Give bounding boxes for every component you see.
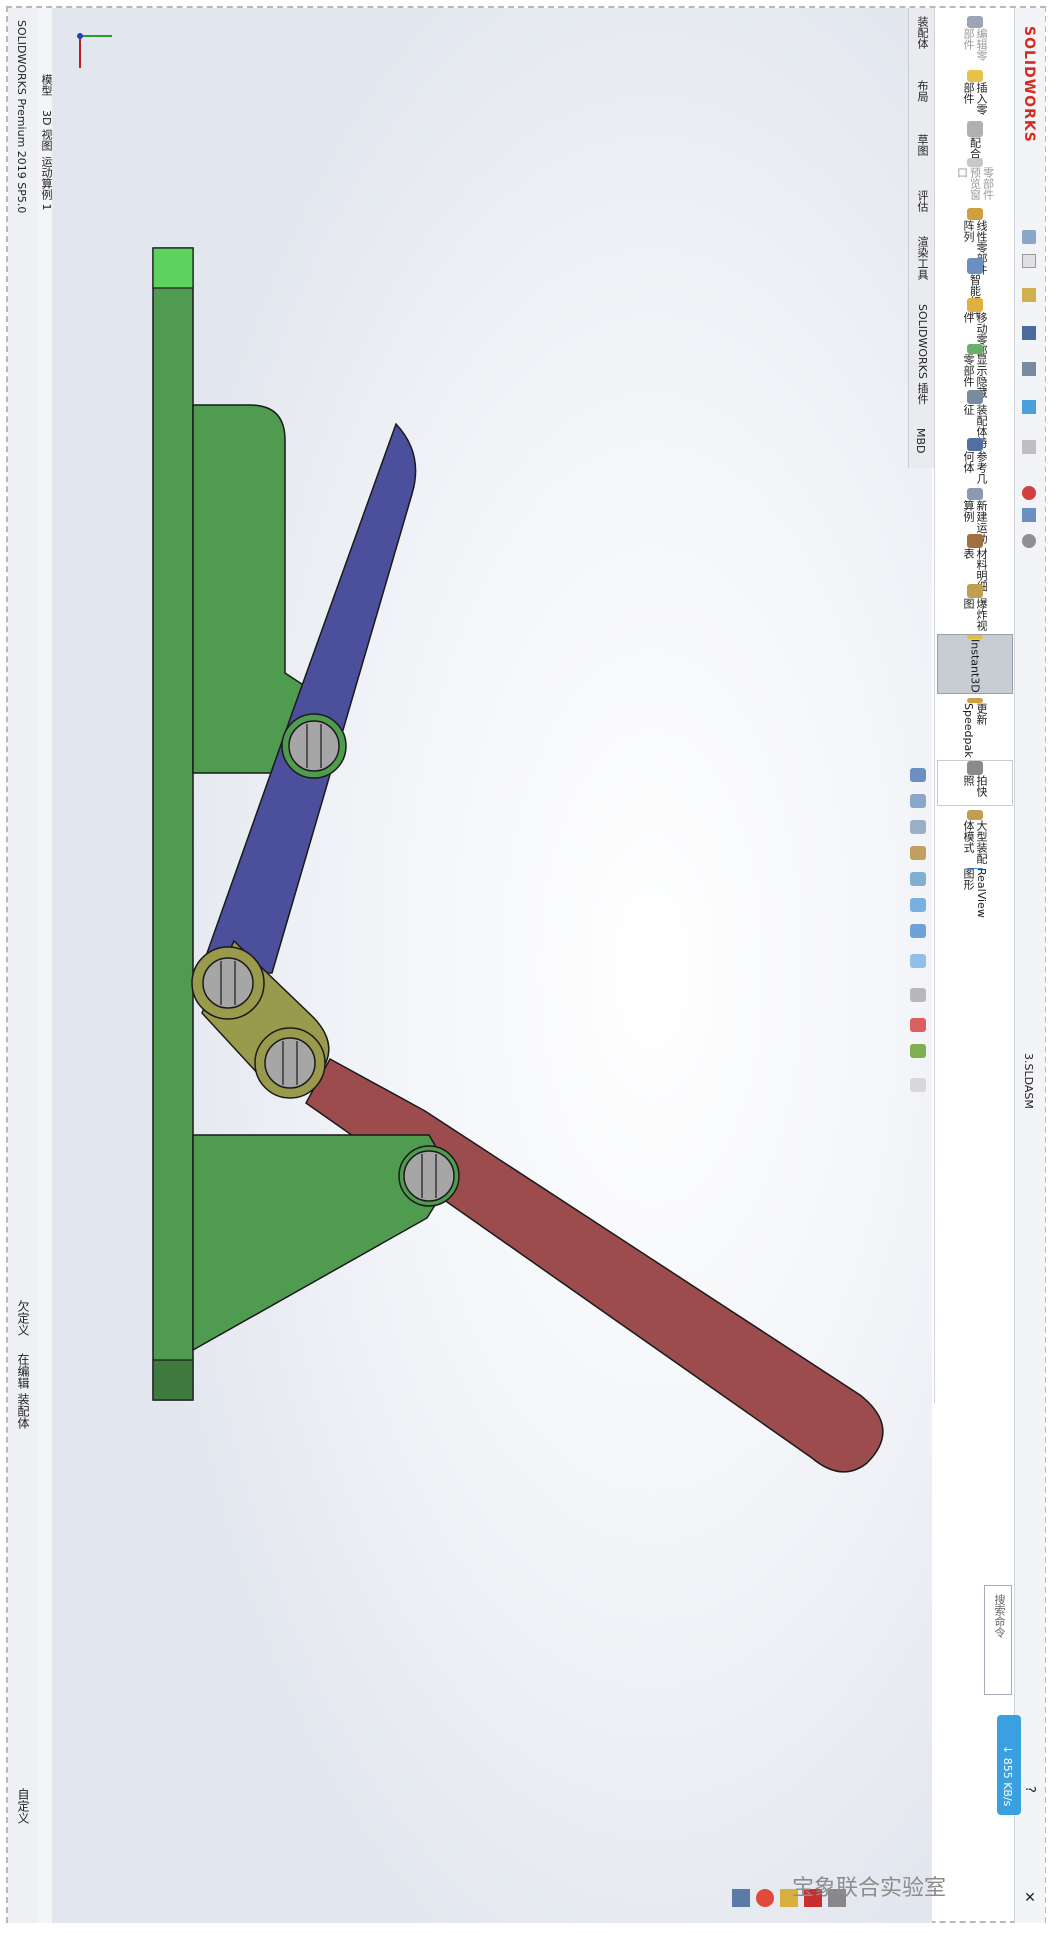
search-commands[interactable]: 搜索命令 bbox=[984, 1585, 1012, 1695]
command-manager-tabs: 装配体 布局 草图 评估 渲染工具 SOLIDWORKS 插件 MBD bbox=[908, 8, 935, 468]
new-document-icon[interactable] bbox=[1022, 254, 1036, 268]
mate-button[interactable]: 配合 bbox=[937, 120, 1013, 160]
preview-window-icon bbox=[967, 158, 983, 167]
network-speed-widget: ↓ 855 KB/s bbox=[997, 1715, 1021, 1815]
show-hidden-icon bbox=[967, 344, 983, 355]
instant3d-button[interactable]: Instant3D bbox=[937, 634, 1013, 694]
large-assembly-icon bbox=[967, 810, 983, 821]
tab-layout[interactable]: 布局 bbox=[914, 80, 930, 102]
heads-up-view-toolbar bbox=[906, 760, 932, 1160]
rebuild-icon[interactable] bbox=[1022, 486, 1036, 500]
tab-assembly[interactable]: 装配体 bbox=[914, 16, 930, 49]
pin-olive-bottom[interactable] bbox=[264, 1037, 316, 1089]
graphics-viewport[interactable] bbox=[52, 8, 932, 1923]
bom-icon bbox=[967, 534, 983, 548]
pin-upper[interactable] bbox=[288, 720, 340, 772]
tab-render-tools[interactable]: 渲染工具 bbox=[914, 236, 930, 280]
taskbar-app-icon[interactable] bbox=[732, 1889, 750, 1907]
title-bar: SOLIDWORKS 3.SLDASM ✕ ? bbox=[1014, 8, 1045, 1923]
solidworks-logo: SOLIDWORKS bbox=[1021, 26, 1037, 143]
status-under-defined: 欠定义 bbox=[16, 1300, 30, 1336]
preview-window-button[interactable]: 零部件预览窗口 bbox=[937, 158, 1013, 210]
base-plate-end-bottom bbox=[152, 1359, 194, 1401]
search-input[interactable]: 搜索命令 bbox=[991, 1594, 1007, 1638]
tab-mbd[interactable]: MBD bbox=[914, 428, 927, 454]
network-speed: ↓ 855 KB/s bbox=[1001, 1745, 1014, 1807]
watermark: 宝象联合实验室 bbox=[792, 1876, 947, 1901]
print-icon[interactable] bbox=[1022, 362, 1036, 376]
command-manager-panel: 编辑零部件 插入零部件 配合 零部件预览窗口 线性零部件阵列 智能扣件 移动零部… bbox=[934, 8, 1015, 1403]
home-icon[interactable] bbox=[1022, 230, 1036, 244]
exploded-view-icon bbox=[967, 584, 983, 599]
assembly-features-icon bbox=[967, 390, 983, 404]
insert-component-button[interactable]: 插入零部件 bbox=[937, 70, 1013, 122]
feature-tab-strip: 模型 3D 视图 运动算例 1 bbox=[38, 8, 53, 1923]
taskbar-chrome-icon[interactable] bbox=[756, 1889, 774, 1907]
edit-component-button[interactable]: 编辑零部件 bbox=[937, 16, 1013, 68]
pin-olive-top[interactable] bbox=[202, 957, 254, 1009]
status-bar: SOLIDWORKS Premium 2019 SP5.0 欠定义 在编辑 装配… bbox=[8, 8, 39, 1923]
save-icon[interactable] bbox=[1022, 326, 1036, 340]
base-plate-end-top bbox=[152, 247, 194, 289]
hide-show-items-icon[interactable] bbox=[910, 954, 926, 968]
section-view-icon[interactable] bbox=[910, 846, 926, 860]
realview-button[interactable]: RealView 图形 bbox=[937, 868, 1013, 918]
assembly-model[interactable] bbox=[52, 8, 932, 1923]
base-plate[interactable] bbox=[152, 247, 194, 1401]
linear-pattern-icon bbox=[967, 208, 983, 220]
exploded-view-button[interactable]: 爆炸视图 bbox=[937, 584, 1013, 638]
tab-evaluate[interactable]: 评估 bbox=[914, 190, 930, 212]
open-icon[interactable] bbox=[1022, 288, 1036, 302]
insert-component-icon bbox=[967, 70, 983, 82]
pin-lower[interactable] bbox=[403, 1150, 455, 1202]
mate-icon bbox=[967, 121, 983, 137]
red-link[interactable] bbox=[305, 1057, 884, 1473]
edit-component-icon bbox=[967, 16, 983, 28]
snapshot-icon bbox=[967, 761, 983, 776]
new-motion-study-icon bbox=[967, 488, 983, 500]
tab-solidworks-addins[interactable]: SOLIDWORKS 插件 bbox=[914, 304, 930, 404]
previous-view-icon[interactable] bbox=[910, 820, 926, 834]
app-version-label: SOLIDWORKS Premium 2019 SP5.0 bbox=[15, 20, 28, 214]
file-properties-icon[interactable] bbox=[1022, 508, 1036, 522]
large-assembly-mode-button[interactable]: 大型装配体模式 bbox=[937, 810, 1013, 870]
zoom-to-fit-icon[interactable] bbox=[910, 768, 926, 782]
reference-geometry-button[interactable]: 参考几何体 bbox=[937, 438, 1013, 494]
smart-fasteners-icon bbox=[967, 258, 983, 274]
display-style-icon[interactable] bbox=[910, 924, 926, 938]
gear-icon[interactable] bbox=[1022, 534, 1036, 548]
status-editing: 在编辑 装配体 bbox=[16, 1353, 30, 1429]
tab-sketch[interactable]: 草图 bbox=[914, 134, 930, 156]
reference-geometry-icon bbox=[967, 438, 983, 451]
dynamic-annotation-icon[interactable] bbox=[910, 872, 926, 886]
document-title: 3.SLDASM bbox=[1022, 1053, 1035, 1109]
update-speedpak-button[interactable]: 更新 Speedpak bbox=[937, 698, 1013, 758]
move-component-icon bbox=[967, 298, 983, 312]
edit-appearance-icon[interactable] bbox=[910, 988, 926, 1002]
undo-icon[interactable] bbox=[1022, 400, 1036, 414]
help-icon[interactable]: ? bbox=[1022, 1786, 1037, 1793]
coordinate-triad-icon bbox=[77, 33, 112, 68]
monitor-icon[interactable] bbox=[910, 1078, 926, 1092]
close-icon[interactable]: ✕ bbox=[1022, 1890, 1038, 1906]
view-orientation-icon[interactable] bbox=[910, 898, 926, 912]
apply-scene-icon[interactable] bbox=[910, 1018, 926, 1032]
zoom-area-icon[interactable] bbox=[910, 794, 926, 808]
status-custom[interactable]: 自定义 bbox=[15, 1788, 32, 1824]
select-icon[interactable] bbox=[1022, 440, 1036, 454]
snapshot-button[interactable]: 拍快照 bbox=[937, 760, 1013, 806]
view-settings-icon[interactable] bbox=[910, 1044, 926, 1058]
